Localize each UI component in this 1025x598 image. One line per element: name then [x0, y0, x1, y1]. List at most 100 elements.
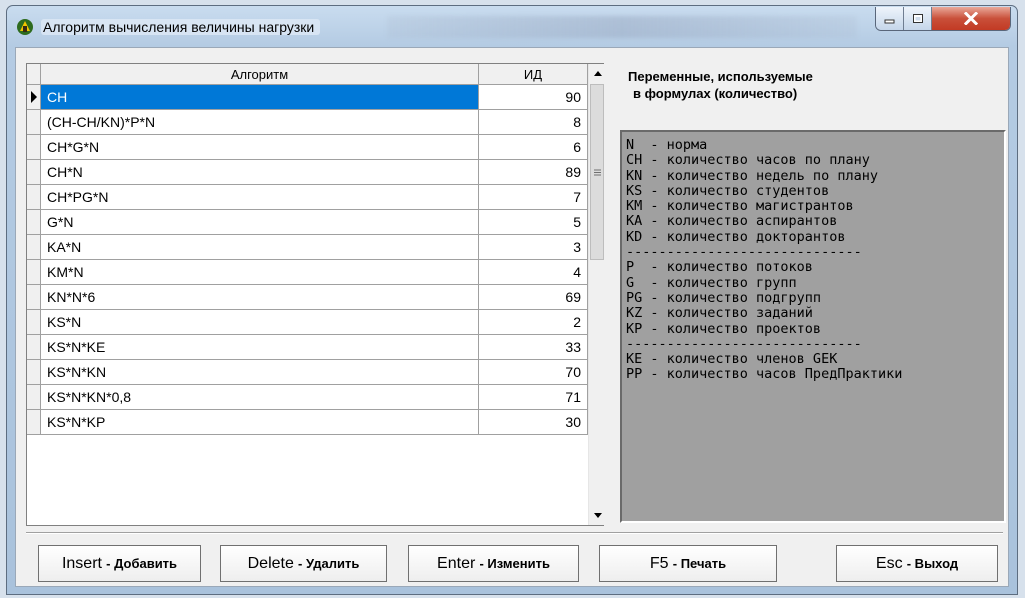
cell-id[interactable]: 90 — [479, 85, 588, 110]
row-indicator[interactable] — [27, 360, 41, 385]
cell-id[interactable]: 5 — [479, 210, 588, 235]
row-indicator[interactable] — [27, 85, 41, 110]
table-row[interactable]: KS*N*KN 70 — [27, 360, 588, 385]
row-indicator[interactable] — [27, 160, 41, 185]
variables-heading: Переменные, используемые в формулах (кол… — [628, 68, 813, 102]
table-row[interactable]: (CH-CH/KN)*P*N 8 — [27, 110, 588, 135]
cell-algorithm[interactable]: CH*PG*N — [41, 185, 479, 210]
variable-line: KP - количество проектов — [626, 320, 822, 337]
table-row[interactable]: KN*N*6 69 — [27, 285, 588, 310]
algorithm-grid[interactable]: Алгоритм ИД CH 90 (CH-CH/KN)*P*N 8 CH*G*N 6 CH… — [26, 63, 605, 526]
variables-heading-line2: в формулах (количество) — [633, 86, 798, 101]
cell-id[interactable]: 33 — [479, 335, 588, 360]
maximize-button[interactable] — [904, 7, 932, 30]
cell-algorithm[interactable]: KS*N*KP — [41, 410, 479, 435]
cell-id[interactable]: 7 — [479, 185, 588, 210]
cell-algorithm[interactable]: KS*N — [41, 310, 479, 335]
cell-id[interactable]: 70 — [479, 360, 588, 385]
table-row[interactable]: KM*N 4 — [27, 260, 588, 285]
window-title: Алгоритм вычисления величины нагрузки — [41, 19, 321, 35]
divider — [26, 532, 1003, 534]
variable-line: KS - количество студентов — [626, 182, 830, 199]
cell-algorithm[interactable]: KS*N*KN*0,8 — [41, 385, 479, 410]
app-logo-icon — [17, 19, 33, 35]
arrow-down-icon — [593, 513, 602, 518]
edit-button[interactable]: Enter - Изменить — [408, 545, 579, 582]
insert-button[interactable]: Insert - Добавить — [38, 545, 201, 582]
cell-algorithm[interactable]: KS*N*KN — [41, 360, 479, 385]
grid-vertical-scrollbar[interactable] — [588, 64, 605, 525]
print-button[interactable]: F5 - Печать — [599, 545, 777, 582]
row-indicator[interactable] — [27, 335, 41, 360]
cell-id[interactable]: 30 — [479, 410, 588, 435]
row-indicator[interactable] — [27, 235, 41, 260]
app-window: Алгоритм вычисления величины нагрузки Ал… — [6, 5, 1018, 595]
close-button[interactable] — [932, 7, 1010, 30]
variable-line: ----------------------------- — [626, 244, 862, 261]
cell-id[interactable]: 69 — [479, 285, 588, 310]
cell-id[interactable]: 89 — [479, 160, 588, 185]
variables-heading-line1: Переменные, используемые — [628, 69, 813, 84]
row-indicator[interactable] — [27, 185, 41, 210]
row-indicator[interactable] — [27, 310, 41, 335]
cell-id[interactable]: 2 — [479, 310, 588, 335]
row-indicator[interactable] — [27, 210, 41, 235]
row-indicator[interactable] — [27, 385, 41, 410]
exit-button[interactable]: Esc - Выход — [836, 545, 998, 582]
cell-id[interactable]: 8 — [479, 110, 588, 135]
variable-line: KZ - количество заданий — [626, 305, 813, 322]
cell-algorithm[interactable]: KA*N — [41, 235, 479, 260]
table-row[interactable]: CH*N 89 — [27, 160, 588, 185]
title-bar[interactable]: Алгоритм вычисления величины нагрузки — [7, 6, 1017, 46]
minimize-icon — [884, 19, 895, 23]
variable-line: P - количество потоков — [626, 259, 813, 276]
insert-action-label: - Добавить — [106, 556, 178, 571]
cell-id[interactable]: 6 — [479, 135, 588, 160]
cell-algorithm[interactable]: (CH-CH/KN)*P*N — [41, 110, 479, 135]
table-row[interactable]: KS*N 2 — [27, 310, 588, 335]
table-row[interactable]: KS*N*KE 33 — [27, 335, 588, 360]
cell-id[interactable]: 71 — [479, 385, 588, 410]
exit-key-label: Esc — [875, 554, 903, 572]
scroll-down-button[interactable] — [589, 507, 606, 524]
delete-action-label: - Удалить — [298, 556, 360, 571]
dialog-client-area: Алгоритм ИД CH 90 (CH-CH/KN)*P*N 8 CH*G*N 6 CH… — [15, 47, 1009, 587]
delete-button[interactable]: Delete - Удалить — [220, 545, 387, 582]
table-row[interactable]: KS*N*KP 30 — [27, 410, 588, 435]
minimize-button[interactable] — [876, 7, 904, 30]
variables-memo[interactable]: N - норма CH - количество часов по плану K… — [620, 130, 1006, 523]
row-indicator[interactable] — [27, 410, 41, 435]
cell-algorithm[interactable]: CH*N — [41, 160, 479, 185]
grid-body: CH 90 (CH-CH/KN)*P*N 8 CH*G*N 6 CH*N 89 CH*PG*N 7… — [27, 85, 588, 435]
row-indicator[interactable] — [27, 260, 41, 285]
variable-line: ----------------------------- — [626, 335, 862, 352]
cell-algorithm[interactable]: G*N — [41, 210, 479, 235]
variable-line: PP - количество часов ПредПрактики — [626, 366, 903, 383]
cell-algorithm[interactable]: CH — [41, 85, 479, 110]
row-indicator[interactable] — [27, 135, 41, 160]
scrollbar-thumb[interactable] — [590, 84, 604, 260]
cell-id[interactable]: 3 — [479, 235, 588, 260]
table-row[interactable]: KS*N*KN*0,8 71 — [27, 385, 588, 410]
row-indicator-header — [27, 64, 41, 85]
variable-line: KM - количество магистрантов — [626, 198, 854, 215]
row-indicator[interactable] — [27, 285, 41, 310]
cell-algorithm[interactable]: KM*N — [41, 260, 479, 285]
cell-id[interactable]: 4 — [479, 260, 588, 285]
variable-line: KA - количество аспирантов — [626, 213, 838, 230]
maximize-icon — [912, 14, 923, 23]
table-row[interactable]: KA*N 3 — [27, 235, 588, 260]
cell-algorithm[interactable]: KN*N*6 — [41, 285, 479, 310]
grip-icon — [593, 169, 601, 175]
cell-algorithm[interactable]: KS*N*KE — [41, 335, 479, 360]
table-row[interactable]: G*N 5 — [27, 210, 588, 235]
table-row[interactable]: CH 90 — [27, 85, 588, 110]
row-indicator[interactable] — [27, 110, 41, 135]
current-row-arrow-icon — [30, 91, 37, 103]
column-header-algorithm[interactable]: Алгоритм — [41, 64, 479, 85]
table-row[interactable]: CH*G*N 6 — [27, 135, 588, 160]
scroll-up-button[interactable] — [589, 65, 606, 82]
table-row[interactable]: CH*PG*N 7 — [27, 185, 588, 210]
column-header-id[interactable]: ИД — [479, 64, 588, 85]
cell-algorithm[interactable]: CH*G*N — [41, 135, 479, 160]
